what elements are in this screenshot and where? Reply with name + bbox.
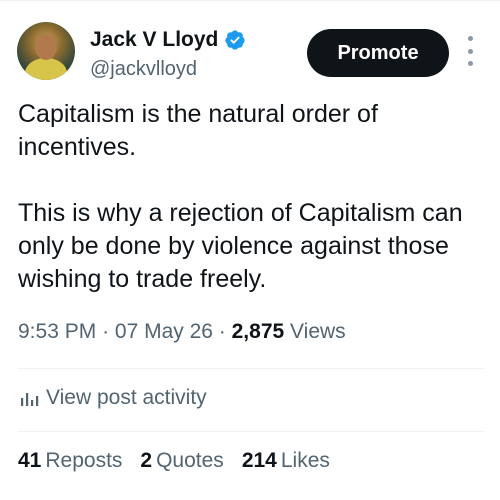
- reposts-stat[interactable]: 41 Reposts: [18, 449, 122, 473]
- avatar-shirt: [25, 58, 67, 80]
- engagement-stats: 41 Reposts 2 Quotes 214 Likes: [18, 449, 348, 473]
- post-text: Capitalism is the natural order of incen…: [18, 100, 463, 293]
- name-row: Jack V Lloyd: [90, 28, 246, 52]
- reposts-label: Reposts: [45, 449, 123, 472]
- post-date[interactable]: 07 May 26: [115, 320, 213, 343]
- more-dot: [468, 61, 473, 66]
- divider: [18, 431, 484, 432]
- more-vertical-icon[interactable]: [468, 36, 474, 66]
- avatar[interactable]: [17, 22, 75, 80]
- post-header: Jack V Lloyd @jackvlloyd Promote: [0, 20, 500, 90]
- author-handle[interactable]: @jackvlloyd: [90, 58, 197, 81]
- divider: [18, 368, 484, 369]
- views-label: Views: [290, 320, 346, 343]
- views-count: 2,875: [231, 320, 285, 343]
- top-divider: [0, 0, 500, 1]
- quotes-stat[interactable]: 2 Quotes: [140, 449, 223, 473]
- post-meta: 9:53 PM · 07 May 26 · 2,875 Views: [18, 320, 346, 344]
- likes-label: Likes: [280, 449, 330, 472]
- view-post-activity-link[interactable]: View post activity: [18, 386, 207, 410]
- author-name[interactable]: Jack V Lloyd: [90, 28, 218, 52]
- analytics-icon: [21, 393, 39, 406]
- quotes-count: 2: [140, 449, 153, 472]
- avatar-face: [35, 34, 57, 60]
- view-post-activity-label: View post activity: [46, 386, 207, 409]
- more-dot: [468, 36, 473, 41]
- likes-stat[interactable]: 214 Likes: [242, 449, 330, 473]
- promote-button[interactable]: Promote: [307, 29, 449, 77]
- meta-separator: ·: [102, 320, 115, 343]
- post-time[interactable]: 9:53 PM: [18, 320, 96, 343]
- quotes-label: Quotes: [156, 449, 224, 472]
- meta-separator: ·: [218, 320, 232, 343]
- verified-badge-icon: [225, 30, 246, 50]
- more-dot: [468, 48, 473, 54]
- likes-count: 214: [241, 449, 277, 472]
- reposts-count: 41: [18, 449, 42, 472]
